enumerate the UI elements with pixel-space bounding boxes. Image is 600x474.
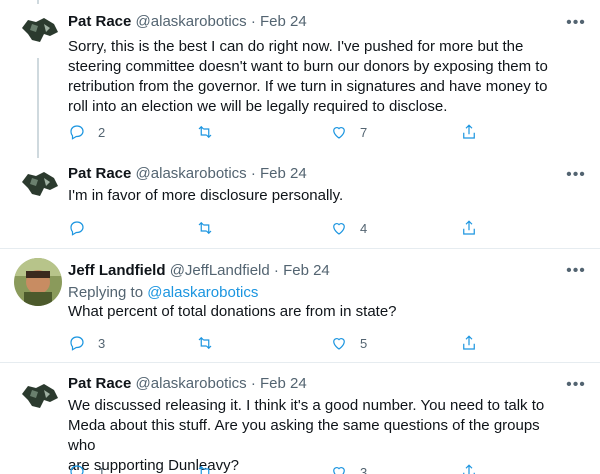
retweet-button[interactable] xyxy=(196,333,226,353)
like-button[interactable]: 7 xyxy=(330,122,367,142)
avatar[interactable] xyxy=(14,258,62,306)
tweet-text-line: Meda about this stuff. Are you asking th… xyxy=(68,417,540,454)
like-icon xyxy=(333,223,345,235)
like-icon xyxy=(333,467,345,474)
separator-dot: · xyxy=(250,165,256,182)
reply-icon xyxy=(70,221,84,236)
tweet-date[interactable]: Feb 24 xyxy=(260,375,307,392)
reply-button[interactable]: 3 xyxy=(68,333,105,353)
tweet-actions: 1 3 xyxy=(68,462,508,474)
thread-line xyxy=(37,0,39,4)
tweet-text-line: We discussed releasing it. I think it's … xyxy=(68,397,545,414)
avatar[interactable] xyxy=(14,6,62,54)
tweet-actions: 3 5 xyxy=(68,333,508,353)
thread-line xyxy=(37,58,39,158)
tweet-text-line: steering committee doesn't want to burn … xyxy=(68,58,548,75)
author-handle[interactable]: @JeffLandfield xyxy=(170,262,270,279)
share-icon xyxy=(463,124,475,139)
retweet-button[interactable] xyxy=(196,122,226,142)
like-count: 3 xyxy=(360,464,368,474)
like-count: 7 xyxy=(360,124,368,140)
like-button[interactable]: 3 xyxy=(330,462,367,474)
share-icon xyxy=(463,335,475,350)
replying-to-label: Replying to xyxy=(68,284,144,301)
author-name[interactable]: Pat Race xyxy=(68,13,131,30)
share-icon xyxy=(463,220,475,235)
retweet-button[interactable] xyxy=(196,218,226,238)
author-name[interactable]: Pat Race xyxy=(68,165,131,182)
retweet-icon xyxy=(198,465,210,474)
tweet-date[interactable]: Feb 24 xyxy=(260,165,307,182)
tweet-actions: 2 7 xyxy=(68,122,508,142)
retweet-icon xyxy=(198,336,212,350)
tweet-text: Sorry, this is the best I can do right n… xyxy=(68,37,568,117)
share-icon xyxy=(463,464,475,474)
tweet-text: I'm in favor of more disclosure personal… xyxy=(68,186,568,206)
reply-count: 3 xyxy=(98,335,106,351)
author-name[interactable]: Jeff Landfield xyxy=(68,262,166,279)
more-icon[interactable]: ••• xyxy=(564,263,588,282)
separator-dot: · xyxy=(273,262,279,279)
retweet-button[interactable] xyxy=(196,462,226,474)
reply-button[interactable] xyxy=(68,218,98,238)
tweet-text-line: retribution from the governor. If we tur… xyxy=(68,78,548,95)
reply-button[interactable]: 2 xyxy=(68,122,105,142)
replying-to: Replying to @alaskarobotics xyxy=(68,283,258,303)
share-button[interactable] xyxy=(460,333,478,353)
like-count: 5 xyxy=(360,335,368,351)
separator-dot: · xyxy=(250,13,256,30)
tweet-divider xyxy=(0,362,600,363)
author-handle[interactable]: @alaskarobotics xyxy=(136,375,247,392)
reply-button[interactable]: 1 xyxy=(68,462,105,474)
avatar[interactable] xyxy=(14,160,62,208)
tweet-text-line: Sorry, this is the best I can do right n… xyxy=(68,38,524,55)
tweet-date[interactable]: Feb 24 xyxy=(260,13,307,30)
tweet-header: Pat Race @alaskarobotics · Feb 24 xyxy=(68,164,307,184)
author-handle[interactable]: @alaskarobotics xyxy=(136,13,247,30)
retweet-icon xyxy=(198,125,212,139)
tweet-date[interactable]: Feb 24 xyxy=(283,262,330,279)
share-button[interactable] xyxy=(460,218,478,238)
reply-icon xyxy=(70,125,84,140)
tweet-header: Pat Race @alaskarobotics · Feb 24 xyxy=(68,374,307,394)
reply-count: 1 xyxy=(98,464,106,474)
like-button[interactable]: 5 xyxy=(330,333,367,353)
more-icon[interactable]: ••• xyxy=(564,15,588,34)
tweet-divider xyxy=(0,248,600,249)
tweet-text: What percent of total donations are from… xyxy=(68,302,568,322)
retweet-icon xyxy=(198,221,212,235)
replying-to-mention[interactable]: @alaskarobotics xyxy=(147,284,258,301)
more-icon[interactable]: ••• xyxy=(564,167,588,186)
author-name[interactable]: Pat Race xyxy=(68,375,131,392)
like-icon xyxy=(333,338,345,350)
tweet-header: Pat Race @alaskarobotics · Feb 24 xyxy=(68,12,307,32)
tweet-header: Jeff Landfield @JeffLandfield · Feb 24 xyxy=(68,261,330,281)
avatar-robot-icon xyxy=(14,6,62,54)
separator-dot: · xyxy=(250,375,256,392)
tweet-thread: Pat Race @alaskarobotics · Feb 24 ••• So… xyxy=(0,0,600,474)
tweet-text-line: I'm in favor of more disclosure personal… xyxy=(68,187,344,204)
like-icon xyxy=(333,127,345,139)
share-button[interactable] xyxy=(460,122,478,142)
share-button[interactable] xyxy=(460,462,478,474)
tweet-actions: 4 xyxy=(68,218,508,238)
tweet-text-line: What percent of total donations are from… xyxy=(68,303,397,320)
more-icon[interactable]: ••• xyxy=(564,377,588,396)
reply-count: 2 xyxy=(98,124,106,140)
avatar-photo-icon xyxy=(14,258,62,306)
like-count: 4 xyxy=(360,220,368,236)
like-button[interactable]: 4 xyxy=(330,218,367,238)
reply-icon xyxy=(70,336,84,351)
author-handle[interactable]: @alaskarobotics xyxy=(136,165,247,182)
avatar[interactable] xyxy=(14,372,62,420)
reply-icon xyxy=(70,465,84,474)
avatar-robot-icon xyxy=(14,372,62,420)
avatar-robot-icon xyxy=(14,160,62,208)
tweet-text-line: roll into an election we will be legally… xyxy=(68,98,448,115)
